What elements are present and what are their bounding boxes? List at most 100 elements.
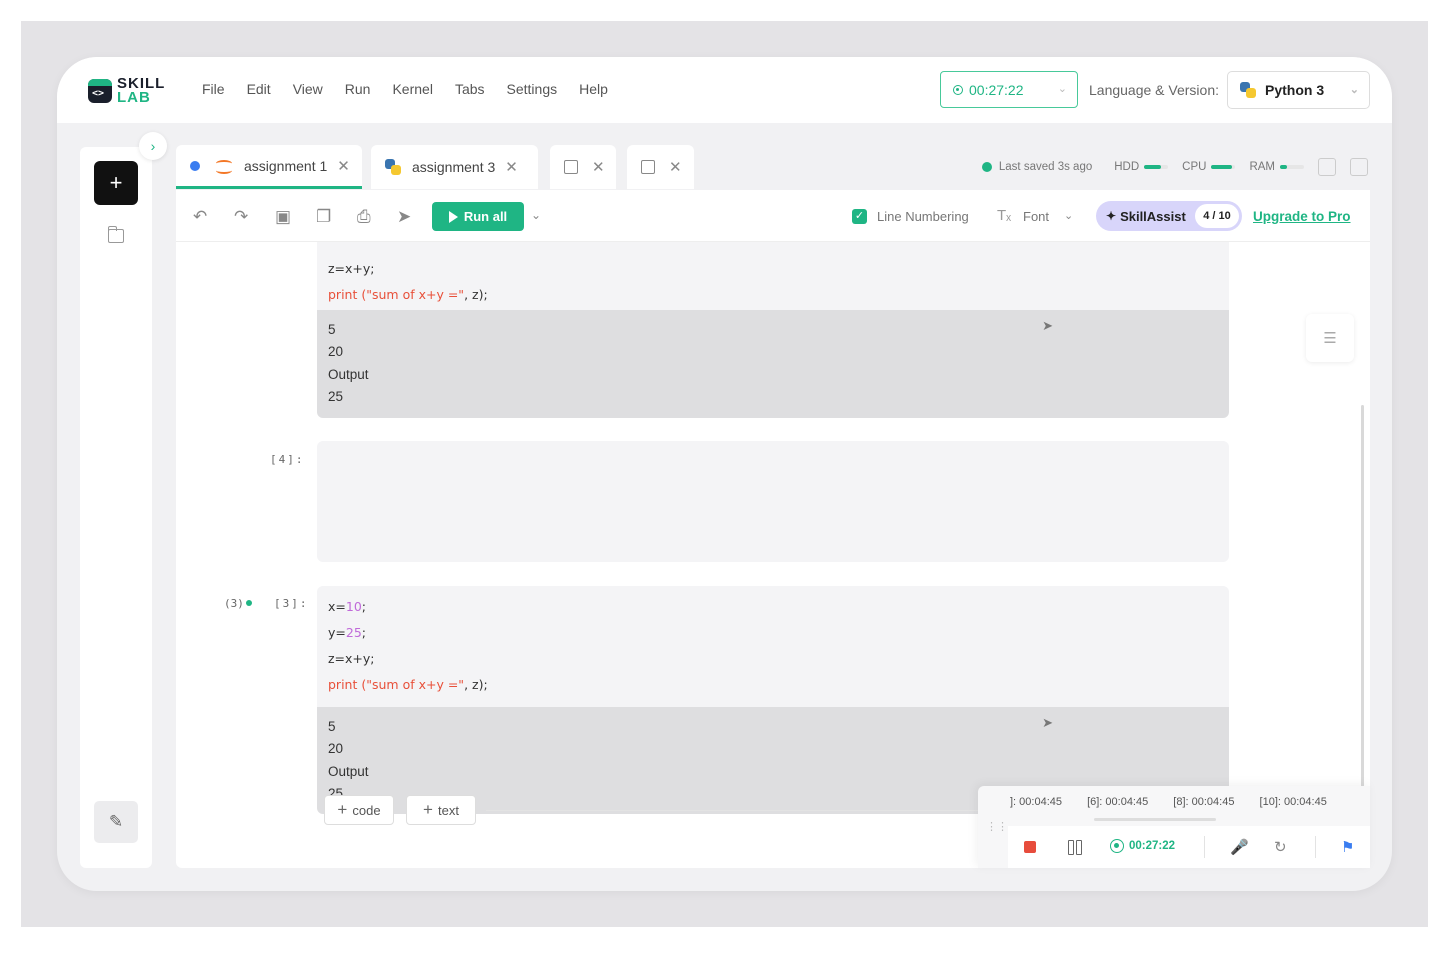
pause-icon[interactable] — [1068, 840, 1083, 855]
close-icon[interactable]: ✕ — [592, 158, 605, 176]
reset-icon[interactable]: ↻ — [1274, 838, 1287, 856]
tab-label: assignment 3 — [412, 159, 496, 175]
menu-file[interactable]: File — [202, 81, 225, 97]
clear-output-icon[interactable]: ➤ — [1042, 715, 1053, 731]
line-numbering-checkbox[interactable]: ✓ — [852, 209, 867, 224]
tab-bar: assignment 1 ✕ assignment 3 ✕ ✕ ✕ Last s… — [176, 145, 1370, 189]
tab-assignment-3[interactable]: assignment 3 ✕ — [371, 145, 538, 189]
output-line: 20 — [328, 741, 344, 757]
timestamp-scrollbar[interactable] — [1094, 818, 1216, 821]
pdf-file-icon — [641, 160, 655, 174]
cell-label-4: [4]: — [270, 453, 305, 466]
skill-lab-logo[interactable]: <> SKILL LAB — [88, 76, 165, 105]
record-dot-icon — [953, 84, 963, 95]
tab-pdf-file[interactable]: ✕ — [627, 145, 694, 189]
hdd-meter — [1144, 165, 1169, 169]
chevron-down-icon[interactable]: ⌄ — [531, 208, 541, 222]
timestamp-chip[interactable]: [6]: 00:04:45 — [1087, 796, 1148, 808]
run-all-button[interactable]: Run all — [432, 202, 524, 231]
plus-icon: + — [337, 800, 348, 819]
save-icon[interactable]: ▣ — [275, 207, 291, 227]
menu-tabs[interactable]: Tabs — [455, 81, 485, 97]
chevron-down-icon: ⌄ — [1349, 84, 1359, 96]
output-line: 25 — [328, 388, 344, 404]
font-dropdown[interactable]: Font — [1023, 209, 1049, 224]
add-code-cell-button[interactable]: + code — [324, 795, 394, 825]
divider — [1315, 836, 1316, 858]
undo-icon[interactable]: ↶ — [193, 207, 207, 227]
stop-icon[interactable] — [1024, 841, 1036, 853]
add-text-cell-button[interactable]: + text — [406, 795, 476, 825]
language-value: Python 3 — [1265, 82, 1325, 98]
python-icon — [1240, 82, 1256, 98]
output-line: 5 — [328, 719, 336, 734]
code-line: z=x+y; — [328, 261, 375, 276]
divider — [486, 810, 986, 811]
menu-view[interactable]: View — [293, 81, 323, 97]
jupyter-icon — [216, 157, 232, 175]
top-bar: <> SKILL LAB File Edit View Run Kernel T… — [57, 57, 1392, 123]
close-icon[interactable]: ✕ — [669, 158, 682, 176]
tag-icon[interactable]: ⚑ — [1341, 838, 1354, 856]
clean-icon[interactable]: ➤ — [397, 207, 411, 227]
output-line: Output — [328, 763, 369, 779]
upgrade-link[interactable]: Upgrade to Pro — [1253, 209, 1351, 224]
timestamp-chip[interactable]: ]: 00:04:45 — [1010, 796, 1062, 808]
copy-icon[interactable]: ❐ — [316, 207, 331, 227]
ram-meter — [1280, 165, 1304, 169]
divider — [1204, 836, 1205, 858]
clear-output-icon[interactable]: ➤ — [1042, 318, 1053, 334]
menu-settings[interactable]: Settings — [507, 81, 558, 97]
cpu-meter — [1211, 165, 1236, 169]
ram-label: RAM — [1249, 161, 1275, 173]
line-numbering-label: Line Numbering — [877, 209, 969, 224]
edit-notes-button[interactable]: ✎ — [94, 801, 138, 843]
code-line: z=x+y; — [328, 651, 375, 666]
cell-label-3: [3]: — [274, 597, 309, 610]
plus-icon: + — [423, 800, 433, 819]
last-saved-text: Last saved 3s ago — [998, 161, 1093, 173]
code-cell-previous[interactable]: y=25; z=x+y; print ("sum of x+y =", z); — [317, 230, 1229, 310]
table-of-contents-button[interactable]: ☰ — [1306, 314, 1354, 362]
language-select[interactable]: Python 3 ⌄ — [1227, 71, 1370, 109]
chevron-down-icon[interactable]: ⌄ — [1064, 209, 1073, 222]
skillassist-button[interactable]: ✦ SkillAssist 4 / 10 — [1096, 201, 1242, 231]
cell-output-previous: 5 20 Output 25 ➤ — [317, 310, 1229, 418]
status-indicators: Last saved 3s ago HDD CPU RAM — [981, 158, 1370, 176]
menu-help[interactable]: Help — [579, 81, 608, 97]
menu-edit[interactable]: Edit — [247, 81, 271, 97]
chevron-down-icon: ⌄ — [1057, 83, 1067, 95]
split-horizontal-icon[interactable] — [1318, 158, 1336, 176]
session-timer-dropdown[interactable]: 00:27:22 ⌄ — [940, 71, 1078, 108]
code-line: print ("sum of x+y =", z); — [328, 287, 488, 302]
close-icon[interactable]: ✕ — [337, 157, 350, 175]
close-icon[interactable]: ✕ — [505, 158, 518, 176]
code-line: print ("sum of x+y =", z); — [328, 677, 488, 692]
language-label: Language & Version: — [1089, 82, 1219, 98]
session-timer-value: 00:27:22 — [969, 81, 1024, 98]
code-cell-3[interactable]: x=10; y=25; z=x+y; print ("sum of x+y ="… — [317, 586, 1229, 707]
recording-timestamps: ]: 00:04:45 [6]: 00:04:45 [8]: 00:04:45 … — [1010, 796, 1370, 808]
split-vertical-icon[interactable] — [1350, 158, 1368, 176]
drag-handle-icon[interactable]: ⋮⋮ — [986, 820, 1008, 833]
redo-icon[interactable]: ↷ — [234, 207, 248, 227]
tab-assignment-1[interactable]: assignment 1 ✕ — [176, 145, 362, 189]
tab-image-file[interactable]: ✕ — [550, 145, 616, 189]
execution-count: (3) — [224, 597, 244, 610]
new-file-button[interactable]: + — [94, 161, 138, 205]
timestamp-chip[interactable]: [10]: 00:04:45 — [1260, 796, 1327, 808]
menu-run[interactable]: Run — [345, 81, 371, 97]
recording-controls: 00:27:22 🎤 ↻ ⚑ — [1008, 826, 1370, 868]
menu-kernel[interactable]: Kernel — [392, 81, 432, 97]
code-cell-empty[interactable] — [317, 441, 1229, 562]
image-file-icon — [564, 160, 578, 174]
expand-sidebar-button[interactable]: › — [139, 132, 167, 160]
folder-icon[interactable] — [108, 226, 124, 243]
vertical-scrollbar[interactable] — [1361, 405, 1364, 820]
microphone-icon[interactable]: 🎤 — [1230, 838, 1249, 856]
code-line: x=10; — [328, 599, 367, 614]
timestamp-chip[interactable]: [8]: 00:04:45 — [1173, 796, 1234, 808]
paste-icon[interactable]: ⎙ — [357, 207, 371, 227]
recording-time: 00:27:22 — [1110, 839, 1175, 853]
hdd-label: HDD — [1114, 161, 1140, 173]
